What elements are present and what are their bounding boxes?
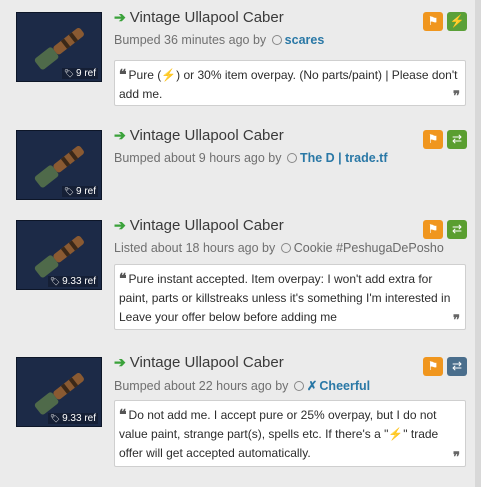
price-badge: 🏷 9 ref (61, 68, 98, 79)
listing-comment: ❝ Pure (⚡) or 30% item overpay. (No parts… (114, 60, 466, 106)
lightning-button[interactable]: ⚡ (447, 12, 467, 31)
bump-status: Listed about 18 hours ago by Cookie #Pes… (114, 241, 444, 255)
listing-title[interactable]: ➔ Vintage Ullapool Caber (114, 217, 284, 235)
listing-title[interactable]: ➔ Vintage Ullapool Caber (114, 127, 284, 145)
scrollbar[interactable] (475, 0, 481, 487)
username-link[interactable]: The D | trade.tf (300, 151, 388, 165)
bump-status: Bumped 36 minutes ago by scares (114, 33, 325, 47)
arrow-right-icon: ➔ (114, 354, 126, 370)
arrow-right-icon: ➔ (114, 127, 126, 143)
quote-open-icon: ❝ (119, 66, 127, 82)
quote-open-icon: ❝ (119, 270, 127, 286)
flag-button[interactable]: ⚑ (423, 12, 443, 31)
listing-title[interactable]: ➔ Vintage Ullapool Caber (114, 9, 284, 27)
price-badge: 🏷 9.33 ref (47, 413, 98, 424)
item-thumbnail[interactable]: 🏷 9.33 ref (16, 220, 102, 290)
trade-button[interactable]: ⇄ (447, 357, 467, 376)
listing-title[interactable]: ➔ Vintage Ullapool Caber (114, 354, 284, 372)
user-status-icon (271, 35, 282, 45)
bump-status: Bumped about 22 hours ago by ✗ Cheerful (114, 379, 371, 393)
listing-comment: ❝ Pure instant accepted. Item overpay: I … (114, 264, 466, 330)
username-link[interactable]: Cookie #PeshugaDePosho (294, 241, 444, 255)
item-thumbnail[interactable]: 🏷 9 ref (16, 130, 102, 200)
quote-close-icon: ❞ (453, 449, 460, 464)
user-status-icon (293, 381, 304, 391)
arrow-right-icon: ➔ (114, 9, 126, 25)
user-status-icon (286, 153, 297, 163)
listing-comment: ❝ Do not add me. I accept pure or 25% ove… (114, 400, 466, 467)
listing-actions: ⚑ ⇄ (419, 357, 467, 376)
listing-actions: ⚑ ⇄ (419, 130, 467, 149)
user-status-icon (280, 243, 291, 253)
flag-button[interactable]: ⚑ (423, 130, 443, 149)
quote-open-icon: ❝ (119, 406, 127, 422)
trade-button[interactable]: ⇄ (447, 130, 467, 149)
user-prefix-mark: ✗ (306, 379, 318, 393)
listing-actions: ⚑ ⚡ (419, 12, 467, 31)
quote-close-icon: ❞ (453, 312, 460, 327)
item-thumbnail[interactable]: 🏷 9.33 ref (16, 357, 102, 427)
bump-status: Bumped about 9 hours ago by The D | trad… (114, 151, 388, 165)
flag-button[interactable]: ⚑ (423, 220, 443, 239)
flag-button[interactable]: ⚑ (423, 357, 443, 376)
price-badge: 🏷 9 ref (61, 186, 98, 197)
trade-button[interactable]: ⇄ (447, 220, 467, 239)
item-thumbnail[interactable]: 🏷 9 ref (16, 12, 102, 82)
listing-actions: ⚑ ⇄ (419, 220, 467, 239)
quote-close-icon: ❞ (453, 88, 460, 103)
arrow-right-icon: ➔ (114, 217, 126, 233)
username-link[interactable]: Cheerful (319, 379, 370, 393)
username-link[interactable]: scares (285, 33, 325, 47)
price-badge: 🏷 9.33 ref (47, 276, 98, 287)
